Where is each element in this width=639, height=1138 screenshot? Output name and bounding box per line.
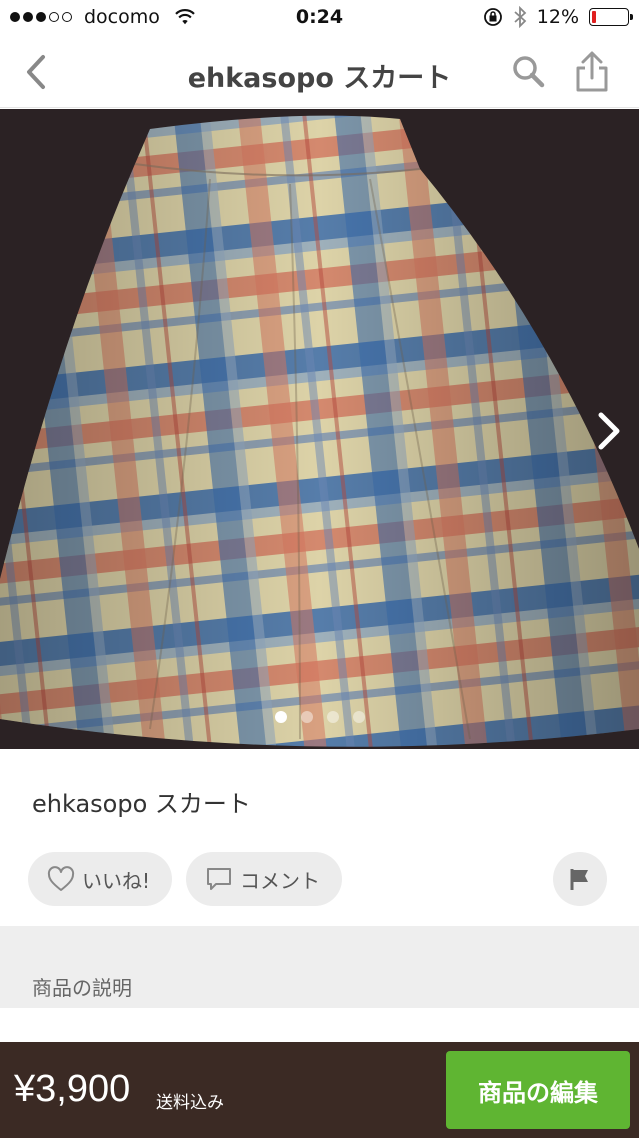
chevron-right-icon <box>598 412 620 450</box>
report-button[interactable] <box>553 852 607 906</box>
item-price: ¥3,900 <box>14 1068 131 1110</box>
orientation-lock-icon <box>483 8 502 26</box>
search-button[interactable] <box>508 52 548 92</box>
next-image-button[interactable] <box>591 409 627 453</box>
like-label: いいね! <box>82 868 151 893</box>
heart-icon <box>47 866 75 891</box>
battery-percent: 12% <box>536 6 579 28</box>
page-dot <box>326 711 339 723</box>
like-button[interactable]: いいね! <box>28 852 173 906</box>
bottom-bar: ¥3,900 送料込み 商品の編集 <box>0 1042 639 1138</box>
bluetooth-icon <box>514 6 527 28</box>
search-icon <box>513 56 545 88</box>
comment-icon <box>207 868 232 890</box>
comment-label: コメント <box>240 868 321 893</box>
item-title: ehkasopo スカート <box>32 790 251 818</box>
battery-level <box>592 11 597 23</box>
flag-icon <box>570 869 588 890</box>
battery-icon <box>589 8 633 26</box>
product-photo <box>0 109 639 749</box>
share-button[interactable] <box>570 48 614 96</box>
comment-button[interactable]: コメント <box>186 852 343 906</box>
page-dot <box>352 711 365 723</box>
item-actions: いいね! コメント <box>28 852 343 906</box>
status-bar: docomo 0:24 12% <box>0 0 639 36</box>
page-dot <box>274 711 287 723</box>
description-section: 商品の説明 <box>0 926 639 1008</box>
share-icon <box>576 51 608 92</box>
edit-item-button[interactable]: 商品の編集 <box>446 1051 630 1129</box>
description-header: 商品の説明 <box>32 976 132 1000</box>
status-right: 12% <box>483 6 633 28</box>
shipping-label: 送料込み <box>156 1093 224 1113</box>
image-page-indicator <box>0 711 639 723</box>
product-image-carousel[interactable] <box>0 109 639 749</box>
page-dot <box>300 711 313 723</box>
nav-bar: ehkasopo スカート <box>0 36 639 108</box>
